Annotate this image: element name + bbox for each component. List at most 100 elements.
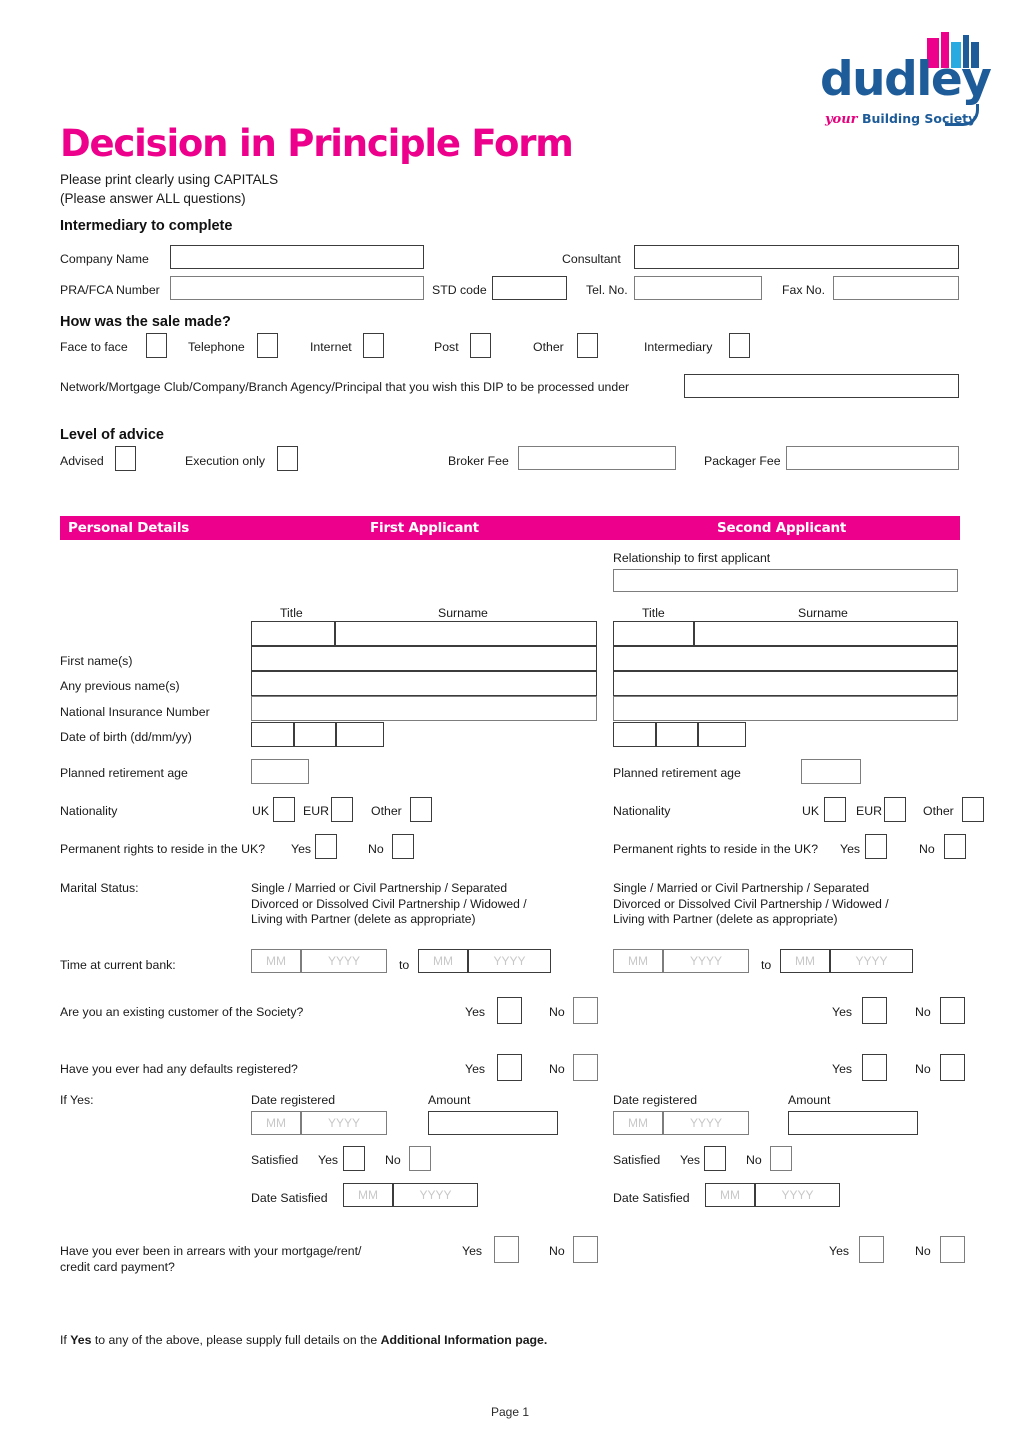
tel-no-input[interactable]	[634, 276, 762, 300]
time-at-bank-from-yyyy-a2[interactable]: YYYY	[663, 949, 749, 973]
sale-option-checkbox-internet[interactable]	[363, 333, 384, 358]
permanent-rights-yes-label-a1: Yes	[291, 842, 312, 856]
execution-only-checkbox[interactable]	[277, 446, 298, 471]
arrears-yes-checkbox-a1[interactable]	[494, 1236, 519, 1263]
time-at-bank-to-mm-a2[interactable]: MM	[780, 949, 830, 973]
permanent-rights-no-checkbox-a1[interactable]	[392, 834, 414, 859]
national-insurance-input-a1[interactable]	[251, 696, 597, 721]
title-input-a2[interactable]	[613, 621, 694, 646]
satisfied-no-checkbox-a1[interactable]	[409, 1146, 431, 1171]
time-at-bank-from-yyyy-a1[interactable]: YYYY	[301, 949, 387, 973]
satisfied-label-a2: Satisfied	[613, 1153, 661, 1167]
permanent-rights-no-label-a1: No	[368, 842, 384, 856]
time-at-bank-from-mm-a2[interactable]: MM	[613, 949, 663, 973]
satisfied-yes-label-a1: Yes	[318, 1153, 339, 1167]
nationality-checkbox-uk-a1[interactable]	[273, 797, 295, 822]
satisfied-yes-checkbox-a1[interactable]	[343, 1146, 365, 1171]
broker-fee-input[interactable]	[518, 446, 676, 470]
footnote-bold-additional-info: Additional Information page.	[380, 1333, 548, 1347]
consultant-input[interactable]	[634, 245, 959, 269]
date-registered-mm-a2[interactable]: MM	[613, 1111, 663, 1135]
marital-status-options-a1: Single / Married or Civil Partnership / …	[251, 881, 527, 928]
relationship-input[interactable]	[613, 569, 958, 592]
date-registered-yyyy-a1[interactable]: YYYY	[301, 1111, 387, 1135]
first-names-input-a1[interactable]	[251, 646, 597, 671]
defaults-no-checkbox-a1[interactable]	[573, 1054, 598, 1081]
footnote-pre: If	[60, 1333, 71, 1347]
date-satisfied-yyyy-a2[interactable]: YYYY	[755, 1183, 840, 1207]
existing-customer-yes-checkbox-a1[interactable]	[497, 997, 522, 1024]
title-input-a1[interactable]	[251, 621, 335, 646]
satisfied-no-checkbox-a2[interactable]	[770, 1146, 792, 1171]
planned-retirement-input-a1[interactable]	[251, 759, 309, 784]
sale-option-checkbox-post[interactable]	[470, 333, 491, 358]
defaults-registered-label: Have you ever had any defaults registere…	[60, 1062, 298, 1076]
amount-input-a2[interactable]	[788, 1111, 918, 1135]
nationality-checkbox-eur-a2[interactable]	[884, 797, 906, 822]
existing-customer-no-label-a1: No	[549, 1005, 565, 1019]
date-registered-mm-a1[interactable]: MM	[251, 1111, 301, 1135]
fax-no-input[interactable]	[833, 276, 959, 300]
nationality-checkbox-other-a2[interactable]	[962, 797, 984, 822]
permanent-rights-no-checkbox-a2[interactable]	[944, 834, 966, 859]
national-insurance-input-a2[interactable]	[613, 696, 958, 721]
sale-option-checkbox-face-to-face[interactable]	[146, 333, 167, 358]
yyyy-placeholder: YYYY	[855, 954, 888, 968]
amount-label-a1: Amount	[428, 1093, 471, 1107]
dob-dd-input-a2[interactable]	[613, 722, 656, 747]
date-satisfied-yyyy-a1[interactable]: YYYY	[393, 1183, 478, 1207]
previous-names-input-a2[interactable]	[613, 671, 958, 696]
defaults-no-checkbox-a2[interactable]	[940, 1054, 965, 1081]
sale-option-checkbox-other[interactable]	[577, 333, 598, 358]
dob-yy-input-a1[interactable]	[336, 722, 384, 747]
pra-fca-number-input[interactable]	[170, 276, 424, 300]
first-names-input-a2[interactable]	[613, 646, 958, 671]
arrears-no-label-a1: No	[549, 1244, 565, 1258]
advised-checkbox[interactable]	[115, 446, 136, 471]
existing-customer-no-checkbox-a2[interactable]	[940, 997, 965, 1024]
time-at-bank-to-yyyy-a1[interactable]: YYYY	[468, 949, 551, 973]
nationality-checkbox-other-a1[interactable]	[410, 797, 432, 822]
nationality-checkbox-uk-a2[interactable]	[824, 797, 846, 822]
planned-retirement-input-a2[interactable]	[801, 759, 861, 784]
defaults-yes-checkbox-a1[interactable]	[497, 1054, 522, 1081]
logo-wordmark: dudley	[820, 52, 992, 107]
sale-option-checkbox-telephone[interactable]	[257, 333, 278, 358]
arrears-no-checkbox-a1[interactable]	[573, 1236, 598, 1263]
time-at-bank-from-mm-a1[interactable]: MM	[251, 949, 301, 973]
dob-dd-input-a1[interactable]	[251, 722, 294, 747]
dob-mm-input-a2[interactable]	[656, 722, 698, 747]
date-satisfied-mm-a2[interactable]: MM	[705, 1183, 755, 1207]
satisfied-yes-checkbox-a2[interactable]	[704, 1146, 726, 1171]
permanent-rights-yes-checkbox-a1[interactable]	[315, 834, 337, 859]
surname-input-a2[interactable]	[694, 621, 958, 646]
packager-fee-input[interactable]	[786, 446, 959, 470]
existing-customer-no-checkbox-a1[interactable]	[573, 997, 598, 1024]
nationality-option-label-eur-a1: EUR	[303, 804, 329, 818]
previous-names-input-a1[interactable]	[251, 671, 597, 696]
subtitle-print-capitals: Please print clearly using CAPITALS	[60, 172, 279, 187]
dob-mm-input-a1[interactable]	[294, 722, 336, 747]
sale-option-checkbox-intermediary[interactable]	[729, 333, 750, 358]
nationality-option-label-eur-a2: EUR	[856, 804, 882, 818]
arrears-no-checkbox-a2[interactable]	[940, 1236, 965, 1263]
defaults-yes-checkbox-a2[interactable]	[862, 1054, 887, 1081]
std-code-input[interactable]	[492, 276, 567, 300]
network-club-input[interactable]	[684, 374, 959, 398]
nationality-checkbox-eur-a1[interactable]	[331, 797, 353, 822]
dob-yy-input-a2[interactable]	[698, 722, 746, 747]
company-name-input[interactable]	[170, 245, 424, 269]
existing-customer-yes-checkbox-a2[interactable]	[862, 997, 887, 1024]
permanent-rights-yes-checkbox-a2[interactable]	[865, 834, 887, 859]
marital-status-label: Marital Status:	[60, 881, 139, 895]
time-at-bank-to-mm-a1[interactable]: MM	[418, 949, 468, 973]
date-registered-yyyy-a2[interactable]: YYYY	[663, 1111, 749, 1135]
amount-input-a1[interactable]	[428, 1111, 558, 1135]
defaults-no-label-a2: No	[915, 1062, 931, 1076]
time-at-bank-to-yyyy-a2[interactable]: YYYY	[830, 949, 913, 973]
surname-input-a1[interactable]	[335, 621, 597, 646]
permanent-rights-yes-label-a2: Yes	[840, 842, 861, 856]
date-satisfied-mm-a1[interactable]: MM	[343, 1183, 393, 1207]
permanent-rights-no-label-a2: No	[919, 842, 935, 856]
arrears-yes-checkbox-a2[interactable]	[859, 1236, 884, 1263]
